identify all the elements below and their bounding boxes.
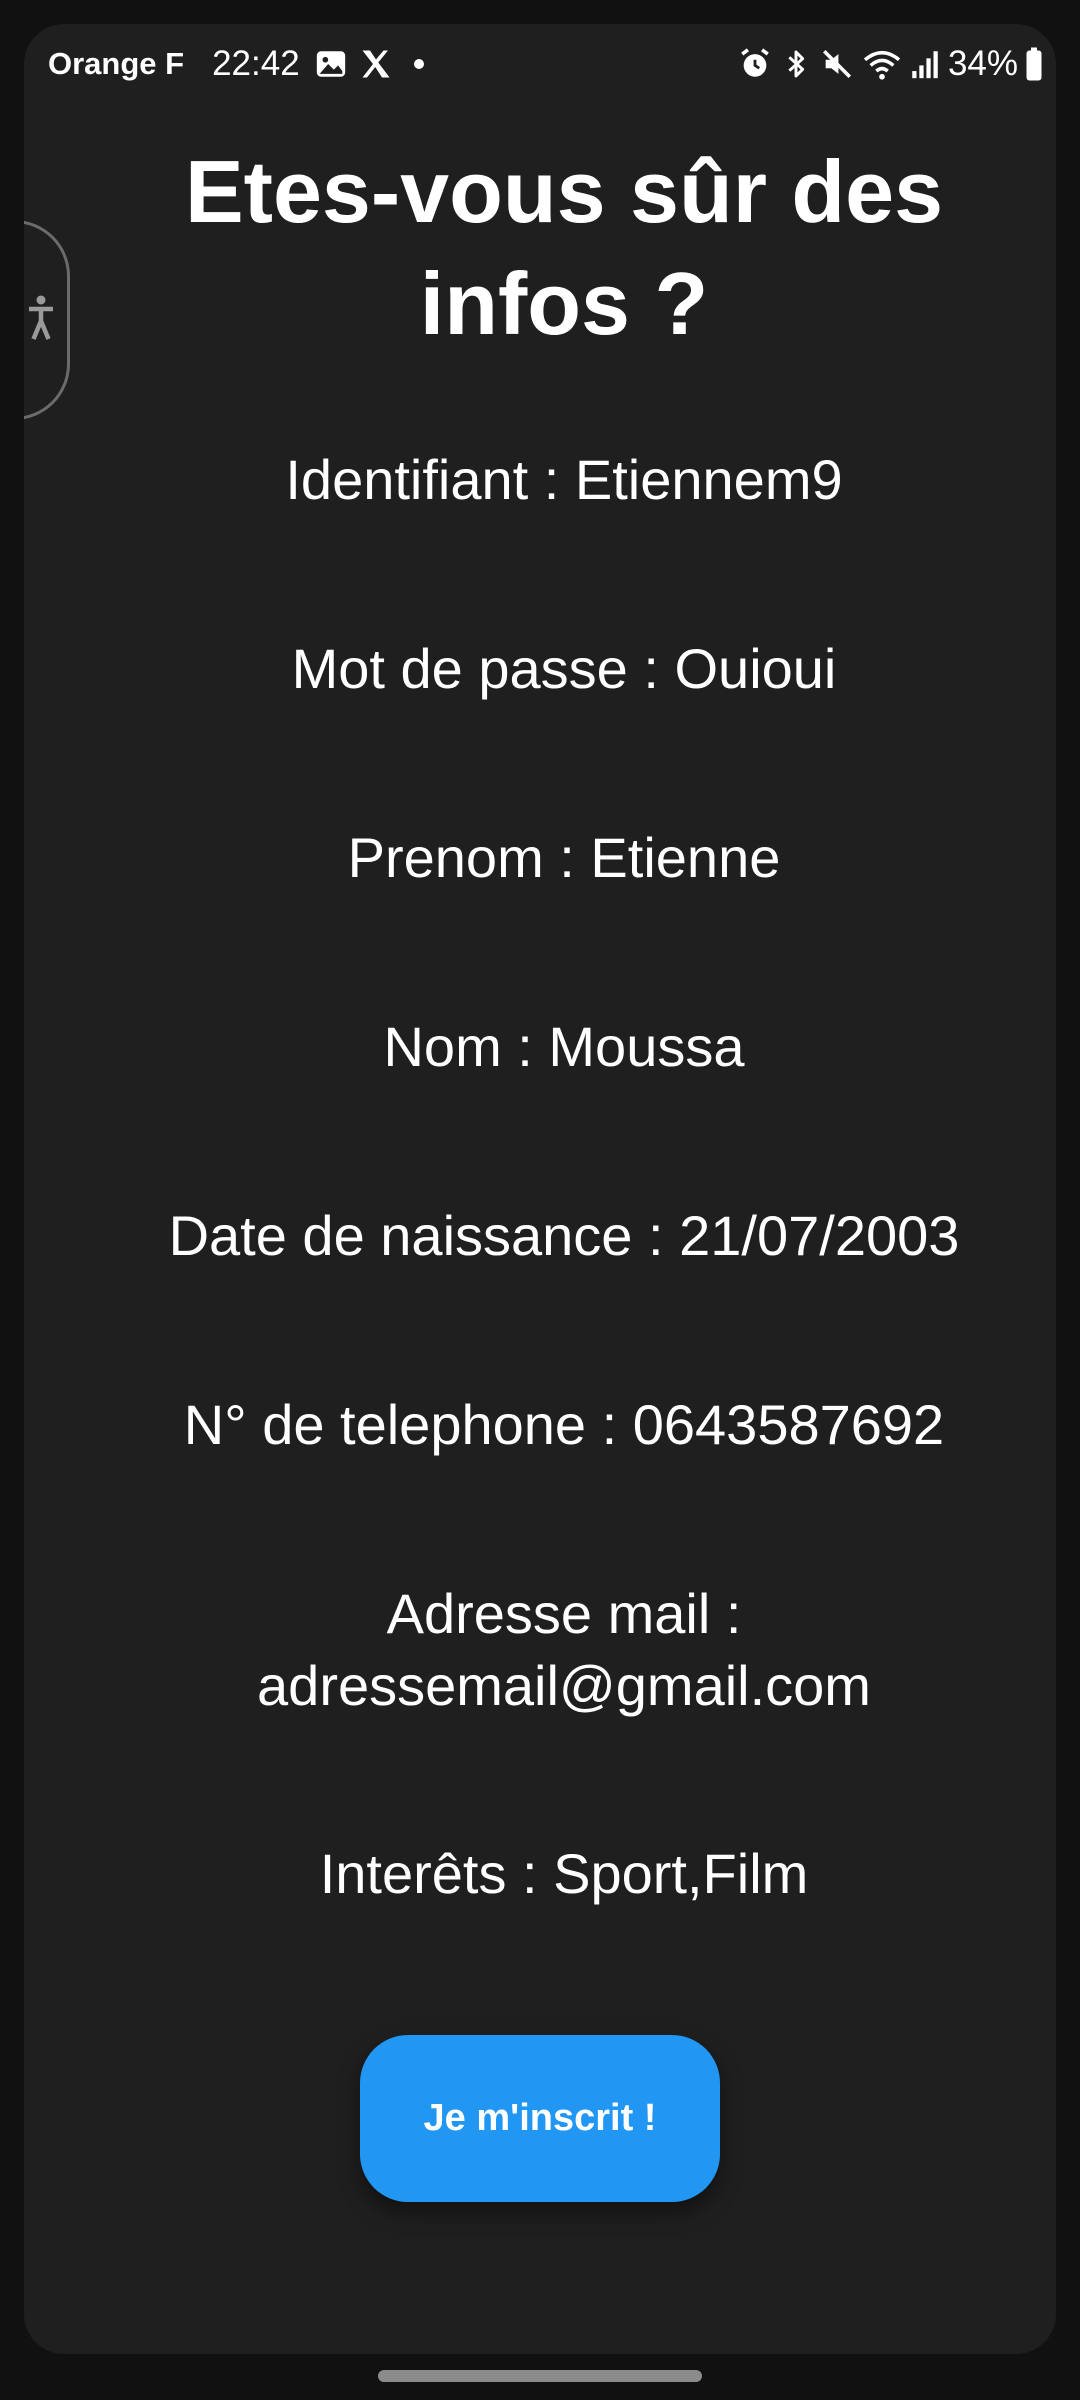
- status-bar-right: 34%: [738, 42, 1052, 86]
- info-value: Moussa: [548, 1015, 745, 1078]
- alarm-icon: [738, 47, 772, 81]
- info-item-interets: InterêtsSport,Film: [84, 1838, 1044, 1910]
- info-value: Ouioui: [674, 637, 837, 700]
- info-item-nom: NomMoussa: [84, 1011, 1044, 1083]
- info-item-adresse-mail: Adresse mail adressemail@gmail.com: [84, 1578, 1044, 1722]
- app-screen: Orange F 22:42 34% Etes-vous sûr des inf…: [24, 24, 1056, 2354]
- info-label: Prenom: [348, 826, 591, 889]
- clock: 22:42: [212, 44, 300, 83]
- mute-icon: [820, 47, 854, 81]
- signal-icon: [910, 47, 940, 81]
- image-icon: [314, 47, 348, 81]
- battery-percentage: 34%: [947, 44, 1018, 83]
- info-item-prenom: PrenomEtienne: [84, 822, 1044, 894]
- info-value: 0643587692: [632, 1393, 945, 1456]
- bluetooth-icon: [780, 47, 812, 81]
- info-label: Mot de passe: [292, 637, 675, 700]
- info-value: Sport,Film: [553, 1842, 809, 1905]
- info-label: Interêts: [320, 1842, 553, 1905]
- info-value: Etiennem9: [574, 448, 843, 511]
- info-value: Etienne: [590, 826, 781, 889]
- info-label: Date de naissance: [169, 1204, 680, 1267]
- carrier-name: Orange F: [48, 46, 185, 81]
- info-label: Adresse mail: [387, 1582, 742, 1645]
- wifi-icon: [862, 47, 902, 81]
- accessibility-icon: [26, 294, 56, 347]
- info-value: 21/07/2003: [679, 1204, 960, 1267]
- info-label: Nom: [383, 1015, 548, 1078]
- status-bar: Orange F 22:42 34%: [24, 24, 1056, 100]
- home-indicator[interactable]: [378, 2370, 702, 2382]
- signup-button[interactable]: Je m'inscrit !: [360, 2035, 720, 2202]
- battery-icon: [1024, 46, 1044, 82]
- x-logo-icon: [358, 46, 394, 82]
- accessibility-shortcut-tab[interactable]: [24, 220, 70, 420]
- page-title: Etes-vous sûr des infos ?: [184, 142, 944, 353]
- info-item-date-de-naissance: Date de naissance21/07/2003: [84, 1200, 1044, 1272]
- status-bar-left: Orange F 22:42: [48, 42, 444, 86]
- info-value: adressemail@gmail.com: [257, 1654, 871, 1717]
- info-item-telephone: N° de telephone0643587692: [84, 1389, 1044, 1461]
- info-label: N° de telephone: [184, 1393, 633, 1456]
- info-label: Identifiant: [285, 448, 575, 511]
- notification-dot-icon: [404, 49, 434, 79]
- info-item-identifiant: IdentifiantEtiennem9: [84, 444, 1044, 516]
- info-item-mot-de-passe: Mot de passeOuioui: [84, 633, 1044, 705]
